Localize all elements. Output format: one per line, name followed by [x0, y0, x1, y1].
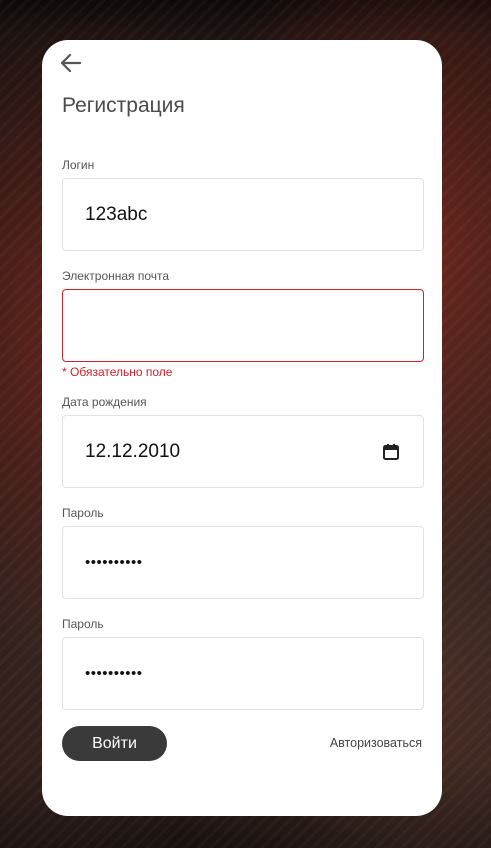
login-link[interactable]: Авторизоваться	[330, 736, 422, 750]
password-input[interactable]: ••••••••••	[62, 526, 424, 599]
email-field-group: Электронная почта * Обязательно поле	[62, 269, 424, 379]
email-error-message: * Обязательно поле	[62, 365, 173, 379]
birthdate-value: 12.12.2010	[85, 440, 181, 462]
password-confirm-field-group: Пароль ••••••••••	[62, 617, 424, 710]
password-confirm-input[interactable]: ••••••••••	[62, 637, 424, 710]
arrow-left-icon	[61, 54, 81, 72]
password-label: Пароль	[62, 506, 104, 520]
page-title: Регистрация	[62, 94, 185, 117]
submit-button[interactable]: Войти	[62, 726, 167, 761]
birthdate-field-group: Дата рождения 12.12.2010	[62, 395, 424, 488]
calendar-icon[interactable]	[381, 442, 401, 462]
login-field-group: Логин 123abc	[62, 158, 424, 251]
email-label: Электронная почта	[62, 269, 170, 283]
birthdate-input[interactable]: 12.12.2010	[62, 415, 424, 488]
email-input[interactable]	[62, 289, 424, 362]
login-input[interactable]: 123abc	[62, 178, 424, 251]
login-label: Логин	[62, 158, 95, 172]
password-value: ••••••••••	[85, 554, 143, 571]
password-confirm-value: ••••••••••	[85, 665, 143, 682]
password-confirm-label: Пароль	[62, 617, 104, 631]
login-value: 123abc	[85, 203, 148, 225]
back-button[interactable]	[60, 52, 82, 74]
birthdate-label: Дата рождения	[62, 395, 147, 409]
password-field-group: Пароль ••••••••••	[62, 506, 424, 599]
registration-card: Регистрация Логин 123abc Электронная поч…	[42, 40, 442, 816]
